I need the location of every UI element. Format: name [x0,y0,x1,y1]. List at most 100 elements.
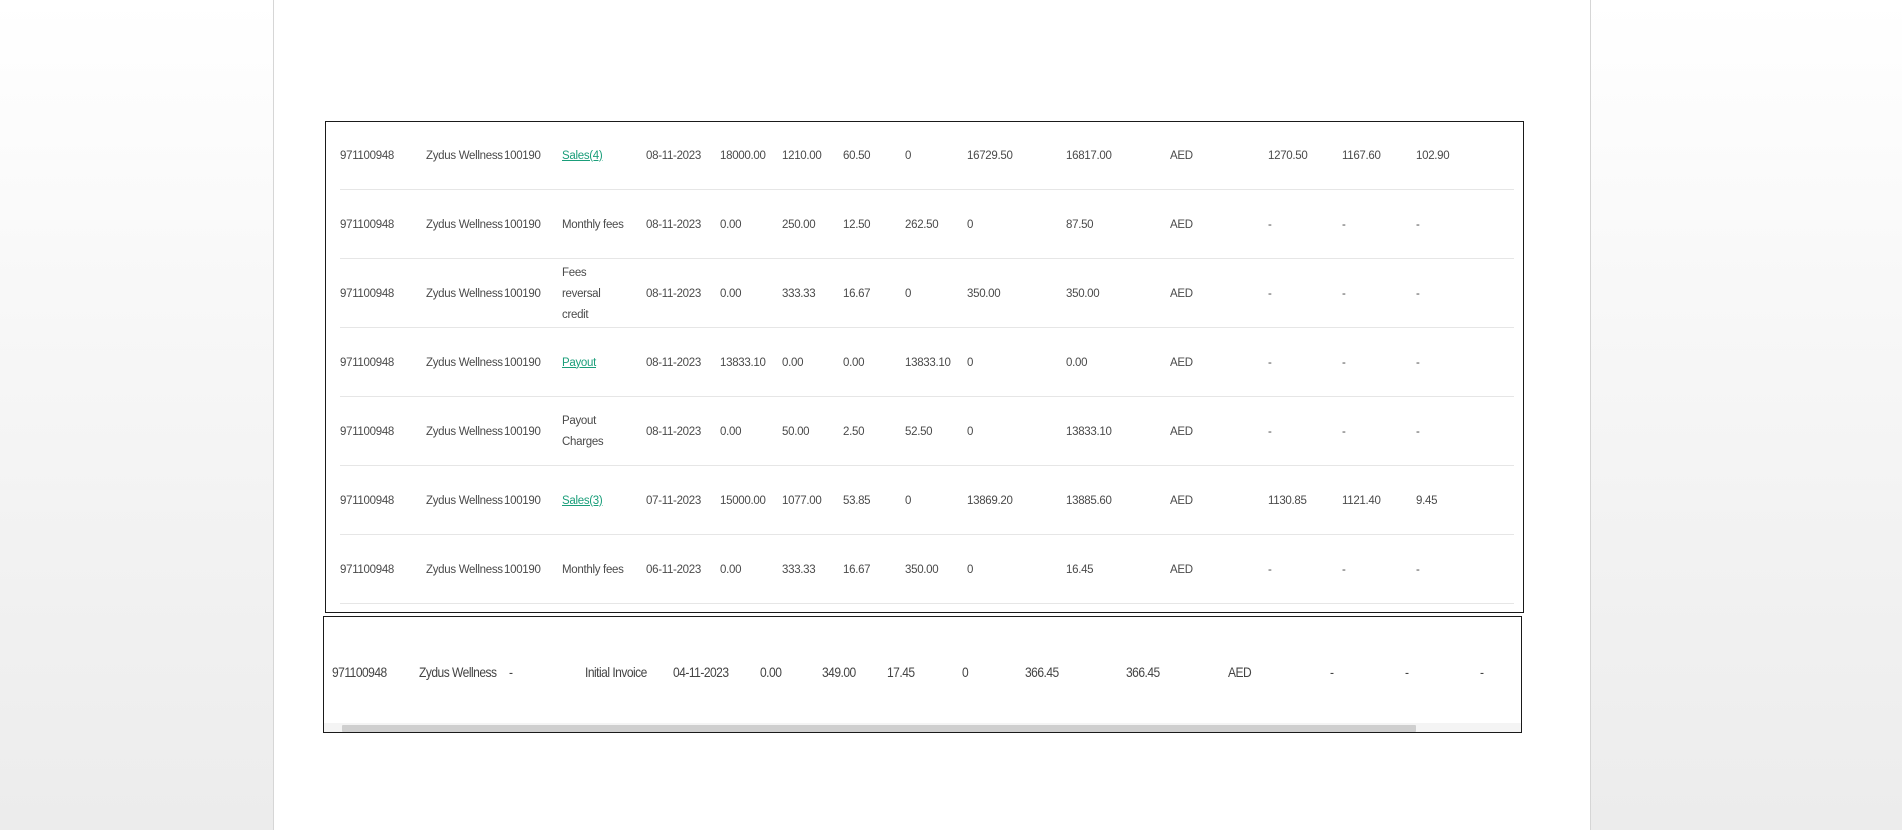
col3-cell: 102.90 [1416,122,1450,190]
amount-cell: 13833.10 [720,329,766,397]
date-cell-text: 08-11-2023 [646,287,701,300]
c2-cell: - [1405,664,1409,680]
debit-cell: 0 [962,664,969,680]
account-cell: 971100948 [340,260,394,328]
debit-cell: 0 [905,260,911,328]
account-cell: 971100948 [340,398,394,466]
merchant-cell-text: Zydus Wellness [426,425,503,438]
account-cell-text: 971100948 [340,356,395,369]
debit-cell-text: 0 [905,494,912,507]
code-cell-text: 100190 [504,149,541,162]
credit-cell: 16729.50 [967,122,1013,190]
fee-cell-text: 0.00 [782,356,804,369]
credit-cell: 0 [967,191,973,259]
col2-cell: - [1342,329,1346,397]
transactions-table-last-row: 971100948 Zydus Wellness - Initial Invoice 0… [323,616,1522,733]
merchant-cell-text: Zydus Wellness [426,149,503,162]
merchant-cell-text: Zydus Wellness [426,218,503,231]
col1-cell-text: - [1268,356,1272,369]
col3-cell: - [1416,329,1420,397]
type-cell: Fees reversal credit [562,260,624,328]
currency-cell: AED [1170,536,1193,604]
account-cell: 971100948 [340,467,394,535]
scrollbar-thumb[interactable] [342,725,1416,732]
vat-cell: 53.85 [843,467,871,535]
merchant-cell-text: Zydus Wellness [426,287,503,300]
credit-cell-text: 0 [967,218,974,231]
balance-cell: 13833.10 [1066,398,1112,466]
code-cell: 100190 [504,122,541,190]
credit-cell-text: 16729.50 [967,149,1013,162]
col3-cell-text: 9.45 [1416,494,1438,507]
col1-cell-text: - [1268,563,1272,576]
credit-cell: 13869.20 [967,467,1013,535]
credit-cell: 350.00 [967,260,1001,328]
transaction-type-link[interactable]: Sales(4) [562,146,603,167]
amount-cell-text: 15000.00 [720,494,766,507]
horizontal-scrollbar[interactable] [324,723,1521,732]
account-cell-text: 971100948 [340,287,395,300]
date-cell: 08-11-2023 [646,122,701,190]
currency-cell: AED [1170,398,1193,466]
credit-cell: 366.45 [1025,664,1059,680]
amount-cell: 15000.00 [720,467,766,535]
balance-cell-text: 0.00 [1066,356,1088,369]
col1-cell-text: 1270.50 [1268,149,1308,162]
table-row: 971100948 Zydus Wellness - Initial Invoice 0… [324,617,1521,727]
date-cell: 04-11-2023 [673,664,729,680]
code-cell-text: 100190 [504,356,541,369]
vat-cell: 17.45 [887,664,915,680]
vat-cell: 16.67 [843,536,871,604]
vat-cell: 16.67 [843,260,871,328]
transactions-table: 971100948 Zydus Wellness 100190 Sales(4) 08-… [325,121,1524,613]
code-cell: 100190 [504,260,541,328]
currency-cell-text: AED [1170,563,1193,576]
vat-cell: 60.50 [843,122,871,190]
currency-cell-text: AED [1170,287,1193,300]
amount-cell: 0.00 [720,191,741,259]
col1-cell: - [1268,191,1272,259]
amount-cell-text: 0.00 [720,287,742,300]
fee-cell-text: 50.00 [782,425,810,438]
transaction-type-link[interactable]: Sales(3) [562,491,603,512]
account-cell: 971100948 [340,191,394,259]
credit-cell-text: 0 [967,356,974,369]
code-cell: 100190 [504,329,541,397]
transaction-type-link[interactable]: Payout [562,353,596,374]
amount-cell-text: 0.00 [720,563,742,576]
vat-cell-text: 16.67 [843,287,871,300]
credit-cell: 0 [967,536,973,604]
col3-cell: - [1416,191,1420,259]
amount-cell: 0.00 [720,398,741,466]
col3-cell: - [1416,260,1420,328]
balance-cell-text: 350.00 [1066,287,1100,300]
col3-cell-text: 102.90 [1416,149,1450,162]
vat-cell-text: 12.50 [843,218,871,231]
code-cell-text: 100190 [504,287,541,300]
account-cell: 971100948 [340,329,394,397]
col1-cell-text: - [1268,218,1272,231]
currency-cell-text: AED [1170,149,1193,162]
date-cell-text: 06-11-2023 [646,563,701,576]
currency-cell: AED [1170,122,1193,190]
vat-cell: 2.50 [843,398,864,466]
credit-cell-text: 0 [967,425,974,438]
code-cell: 100190 [504,191,541,259]
account-cell: 971100948 [340,122,394,190]
fee-cell: 50.00 [782,398,810,466]
debit-cell-text: 262.50 [905,218,939,231]
merchant-cell-text: Zydus Wellness [426,494,503,507]
currency-cell: AED [1170,467,1193,535]
type-cell-text: Fees reversal credit [562,266,601,321]
col3-cell-text: - [1416,287,1420,300]
col1-cell: - [1268,398,1272,466]
amount-cell-text: 13833.10 [720,356,766,369]
account-cell-text: 971100948 [340,494,395,507]
credit-cell-text: 13869.20 [967,494,1013,507]
type-cell-text: Monthly fees [562,218,624,231]
currency-cell-text: AED [1170,218,1193,231]
credit-cell: 0 [967,398,973,466]
currency-cell: AED [1170,329,1193,397]
vat-cell-text: 60.50 [843,149,871,162]
col2-cell-text: - [1342,356,1346,369]
